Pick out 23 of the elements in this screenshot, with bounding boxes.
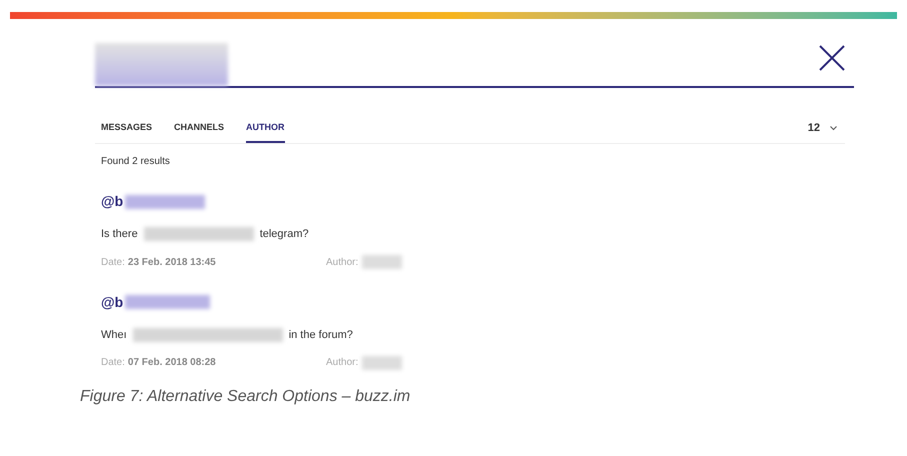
close-icon[interactable] (819, 45, 845, 71)
date-label: Date: (101, 256, 125, 270)
date-value: 23 Feb. 2018 13:45 (128, 256, 216, 270)
results-count: Found 2 results (101, 155, 171, 169)
tab[interactable]: MESSAGES (101, 114, 152, 143)
page-size-value[interactable]: 12 (808, 120, 820, 137)
author-label: Author: (326, 256, 358, 270)
figure-caption: Figure 7: Alternative Search Options – buzz.im (80, 387, 412, 407)
date-value: 07 Feb. 2018 08:28 (128, 356, 216, 370)
username[interactable]: @b (101, 292, 124, 312)
search-field[interactable] (95, 43, 854, 88)
question-text: Is there (101, 227, 138, 242)
question-text: telegram? (260, 227, 309, 242)
username[interactable]: @b (101, 191, 124, 212)
chevron-down-icon[interactable] (830, 126, 837, 131)
redaction-blur (362, 255, 402, 269)
tab[interactable]: AUTHOR (246, 114, 285, 143)
author-label: Author: (326, 356, 358, 370)
question-text: Wheı (101, 328, 127, 342)
redaction-blur (362, 356, 402, 370)
date-label: Date: (101, 356, 125, 370)
question-text: in the forum? (288, 328, 353, 342)
tab[interactable]: CHANNELS (174, 114, 224, 143)
